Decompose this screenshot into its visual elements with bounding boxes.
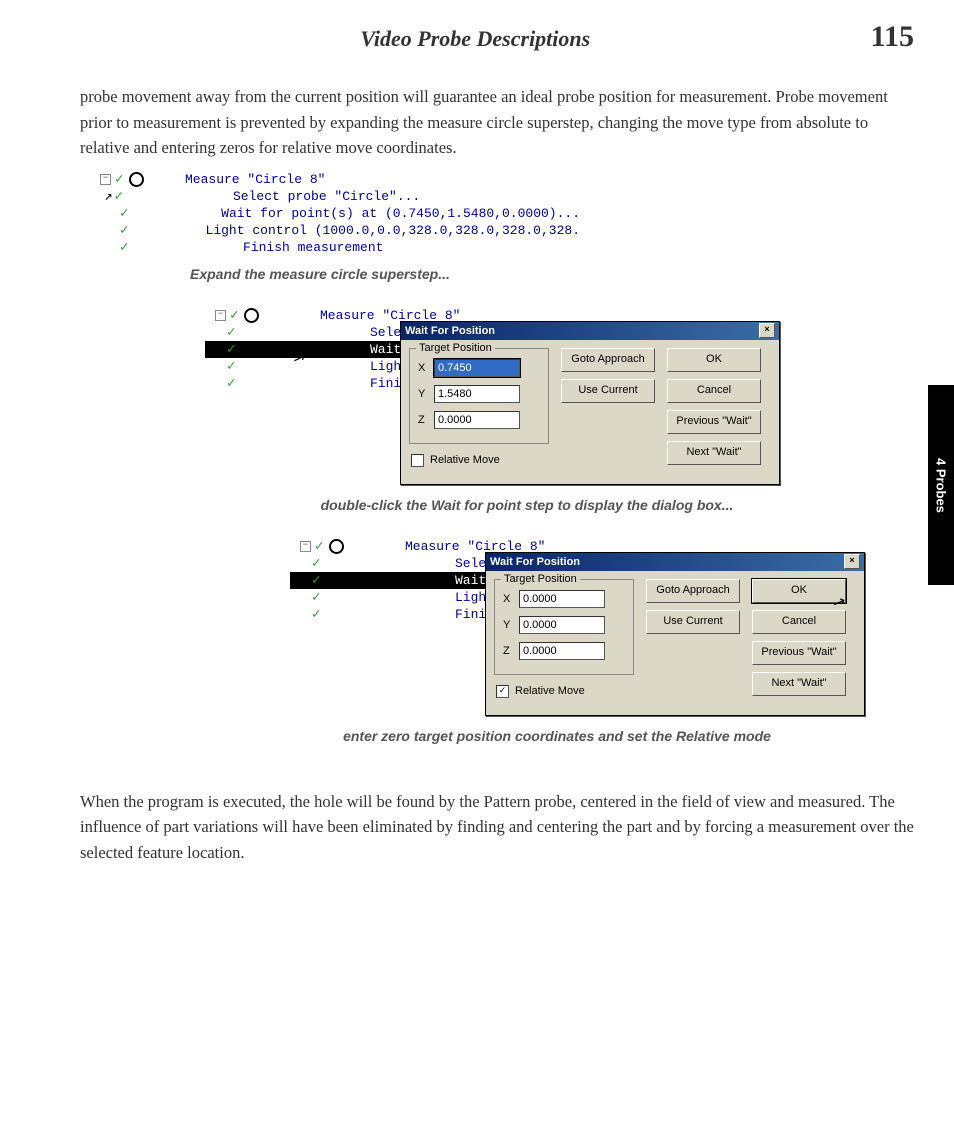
y-input[interactable] <box>519 616 605 634</box>
figure-1-caption: Expand the measure circle superstep... <box>190 266 914 282</box>
z-label: Z <box>418 414 434 426</box>
check-icon: ✓ <box>312 606 320 623</box>
page-title: Video Probe Descriptions <box>80 26 871 52</box>
x-label: X <box>418 362 434 374</box>
check-icon: ✓ <box>315 538 323 555</box>
x-input[interactable] <box>434 359 520 377</box>
cancel-button[interactable]: Cancel <box>752 610 846 634</box>
tree-line: Finish measurement <box>203 240 580 255</box>
close-icon[interactable]: × <box>844 554 860 569</box>
check-icon: ✓ <box>312 555 320 572</box>
circle-icon <box>329 539 344 554</box>
tree-line: Select probe "Circle"... <box>193 189 580 204</box>
tree-collapse-icon[interactable]: − <box>100 174 111 185</box>
relative-move-checkbox[interactable]: ✓ <box>496 685 509 698</box>
y-label: Y <box>503 619 519 631</box>
cancel-button[interactable]: Cancel <box>667 379 761 403</box>
close-icon[interactable]: × <box>759 323 775 338</box>
ok-button[interactable]: OK <box>752 579 846 603</box>
previous-wait-button[interactable]: Previous "Wait" <box>667 410 761 434</box>
check-icon: ✓ <box>230 307 238 324</box>
circle-icon <box>244 308 259 323</box>
x-input[interactable] <box>519 590 605 608</box>
z-label: Z <box>503 645 519 657</box>
ok-button[interactable]: OK <box>667 348 761 372</box>
group-label: Target Position <box>416 342 495 354</box>
check-icon: ✓ <box>312 572 320 589</box>
check-icon: ✓ <box>227 324 235 341</box>
paragraph-1: probe movement away from the current pos… <box>80 84 914 161</box>
x-label: X <box>503 593 519 605</box>
check-icon: ✓ <box>312 589 320 606</box>
check-icon: ✓ <box>227 358 235 375</box>
tree-line: Light control (1000.0,0.0,328.0,328.0,32… <box>166 223 580 238</box>
tree-collapse-icon[interactable]: − <box>215 310 226 321</box>
figure-1-tree: − ✓ Measure "Circle 8" ↖ ✓ Select probe … <box>90 171 580 256</box>
check-icon: ✓ <box>227 341 235 358</box>
relative-move-checkbox[interactable] <box>411 454 424 467</box>
dialog-title: Wait For Position <box>490 553 844 571</box>
y-input[interactable] <box>434 385 520 403</box>
figure-2-caption: double-click the Wait for point step to … <box>140 497 914 513</box>
next-wait-button[interactable]: Next "Wait" <box>752 672 846 696</box>
paragraph-2: When the program is executed, the hole w… <box>80 789 914 866</box>
dialog-title: Wait For Position <box>405 322 759 340</box>
tree-collapse-icon[interactable]: − <box>300 541 311 552</box>
check-icon: ✓ <box>115 171 123 188</box>
tree-line: Wait for point(s) at (0.7450,1.5480,0.00… <box>181 206 580 221</box>
relative-move-label: Relative Move <box>430 454 500 466</box>
check-icon: ✓ <box>120 205 128 222</box>
cursor-icon: ↖ <box>104 188 112 205</box>
previous-wait-button[interactable]: Previous "Wait" <box>752 641 846 665</box>
y-label: Y <box>418 388 434 400</box>
check-icon: ✓ <box>120 222 128 239</box>
relative-move-label: Relative Move <box>515 685 585 697</box>
page-number: 115 <box>871 20 914 54</box>
z-input[interactable] <box>434 411 520 429</box>
tree-line: Measure "Circle 8" <box>185 172 580 187</box>
check-icon: ✓ <box>114 188 122 205</box>
wait-for-position-dialog: Wait For Position × Target Position X Y <box>485 552 865 716</box>
goto-approach-button[interactable]: Goto Approach <box>561 348 655 372</box>
target-position-group: Target Position X Y Z <box>409 348 549 444</box>
use-current-button[interactable]: Use Current <box>646 610 740 634</box>
check-icon: ✓ <box>120 239 128 256</box>
wait-for-position-dialog: Wait For Position × Target Position X Y <box>400 321 780 485</box>
next-wait-button[interactable]: Next "Wait" <box>667 441 761 465</box>
group-label: Target Position <box>501 573 580 585</box>
circle-icon <box>129 172 144 187</box>
use-current-button[interactable]: Use Current <box>561 379 655 403</box>
z-input[interactable] <box>519 642 605 660</box>
target-position-group: Target Position X Y Z <box>494 579 634 675</box>
goto-approach-button[interactable]: Goto Approach <box>646 579 740 603</box>
figure-3-caption: enter zero target position coordinates a… <box>200 728 914 744</box>
section-tab: 4 Probes <box>928 385 954 585</box>
check-icon: ✓ <box>227 375 235 392</box>
